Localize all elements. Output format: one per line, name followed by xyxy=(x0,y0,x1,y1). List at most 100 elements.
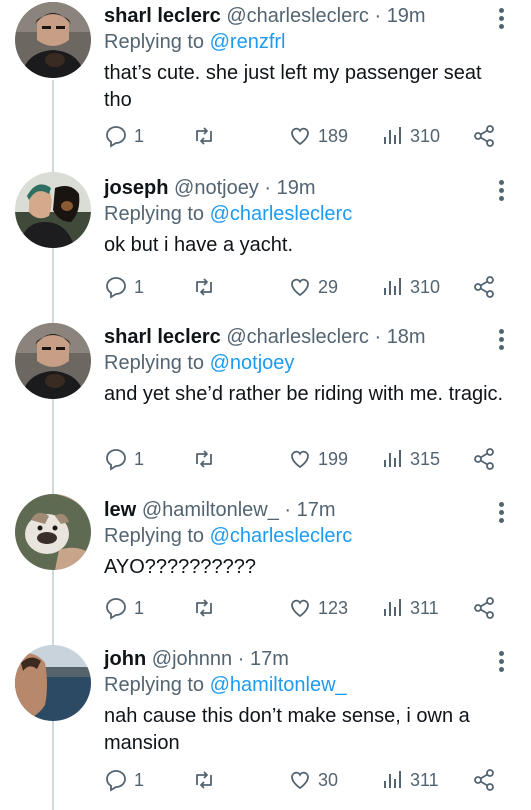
avatar[interactable] xyxy=(15,172,91,248)
tweet[interactable]: sharl leclerc @charlesleclerc · 18m Repl… xyxy=(0,321,531,483)
avatar[interactable] xyxy=(15,323,91,399)
tweet[interactable]: sharl leclerc @charlesleclerc · 19m Repl… xyxy=(0,0,531,160)
heart-icon xyxy=(291,771,309,790)
reply-icon xyxy=(106,126,126,148)
like-button[interactable]: 30 xyxy=(288,766,338,794)
user-handle[interactable]: @johnnn xyxy=(152,648,232,670)
retweet-icon xyxy=(196,599,212,617)
retweet-icon xyxy=(196,127,212,145)
replying-to-label: Replying to xyxy=(104,31,205,53)
heart-icon xyxy=(291,450,309,469)
more-options-icon[interactable] xyxy=(499,180,505,204)
like-count: 199 xyxy=(318,448,349,469)
more-options-icon[interactable] xyxy=(499,502,505,526)
share-icon xyxy=(474,276,494,298)
user-handle[interactable]: @charlesleclerc xyxy=(226,326,369,348)
reply-mention-link[interactable]: @notjoey xyxy=(210,352,295,374)
replying-to-label: Replying to xyxy=(104,203,205,225)
retweet-icon xyxy=(196,278,212,296)
reply-button[interactable]: 1 xyxy=(104,445,144,473)
views-button[interactable]: 310 xyxy=(380,273,440,301)
separator-dot: · xyxy=(374,5,382,27)
timestamp[interactable]: 18m xyxy=(387,326,426,348)
tweet-text: nah cause this don’t make sense, i own a… xyxy=(104,705,470,754)
like-button[interactable]: 123 xyxy=(288,594,348,622)
user-handle[interactable]: @hamiltonlew_ xyxy=(142,499,279,521)
reply-mention-link[interactable]: @renzfrl xyxy=(210,31,286,53)
share-button[interactable] xyxy=(472,273,496,301)
share-icon xyxy=(474,597,494,619)
timestamp[interactable]: 19m xyxy=(277,177,316,199)
views-chart-icon xyxy=(384,127,401,144)
display-name[interactable]: sharl leclerc xyxy=(104,5,221,27)
reply-button[interactable]: 1 xyxy=(104,122,144,150)
tweet-text: that’s cute. she just left my passenger … xyxy=(104,62,482,111)
tweet[interactable]: joseph @notjoey · 19m Replying to @charl… xyxy=(0,172,531,312)
more-options-icon[interactable] xyxy=(499,329,505,353)
reply-mention-link[interactable]: @charlesleclerc xyxy=(210,525,353,547)
share-icon xyxy=(474,769,494,791)
timestamp[interactable]: 17m xyxy=(297,499,336,521)
reply-count: 1 xyxy=(134,769,145,790)
like-count: 123 xyxy=(318,597,349,618)
more-options-icon[interactable] xyxy=(499,651,505,675)
views-count: 315 xyxy=(410,448,441,469)
bulldog-avatar-icon xyxy=(15,494,91,570)
reply-count: 1 xyxy=(134,448,145,469)
reply-count: 1 xyxy=(134,597,145,618)
retweet-button[interactable] xyxy=(192,273,216,301)
display-name[interactable]: joseph xyxy=(104,177,168,199)
more-options-icon[interactable] xyxy=(499,8,505,32)
reply-mention-link[interactable]: @hamiltonlew_ xyxy=(210,674,347,696)
user-handle[interactable]: @charlesleclerc xyxy=(226,5,369,27)
replying-to: Replying to @renzfrl xyxy=(104,29,286,55)
share-button[interactable] xyxy=(472,445,496,473)
views-chart-icon xyxy=(384,771,401,788)
share-icon xyxy=(474,125,494,147)
display-name[interactable]: john xyxy=(104,648,146,670)
display-name[interactable]: sharl leclerc xyxy=(104,326,221,348)
replying-to: Replying to @charlesleclerc xyxy=(104,523,352,549)
retweet-button[interactable] xyxy=(192,445,216,473)
replying-to: Replying to @hamiltonlew_ xyxy=(104,672,347,698)
like-count: 29 xyxy=(318,276,339,297)
retweet-button[interactable] xyxy=(192,122,216,150)
share-button[interactable] xyxy=(472,594,496,622)
user-handle[interactable]: @notjoey xyxy=(174,177,259,199)
like-button[interactable]: 29 xyxy=(288,273,338,301)
avatar[interactable] xyxy=(15,494,91,570)
views-button[interactable]: 311 xyxy=(380,766,439,794)
heart-icon xyxy=(291,127,309,146)
views-count: 310 xyxy=(410,125,441,146)
like-button[interactable]: 189 xyxy=(288,122,348,150)
views-button[interactable]: 310 xyxy=(380,122,440,150)
avatar[interactable] xyxy=(15,645,91,721)
views-button[interactable]: 311 xyxy=(380,594,439,622)
views-button[interactable]: 315 xyxy=(380,445,440,473)
display-name[interactable]: lew xyxy=(104,499,136,521)
action-bar: 1 189 310 xyxy=(104,122,504,150)
replying-to-label: Replying to xyxy=(104,674,205,696)
retweet-button[interactable] xyxy=(192,594,216,622)
timestamp[interactable]: 19m xyxy=(387,5,426,27)
reply-button[interactable]: 1 xyxy=(104,766,144,794)
timestamp[interactable]: 17m xyxy=(250,648,289,670)
share-button[interactable] xyxy=(472,766,496,794)
avatar[interactable] xyxy=(15,2,91,78)
tweet-header: joseph @notjoey · 19m xyxy=(104,175,316,201)
tweet[interactable]: john @johnnn · 17m Replying to @hamilton… xyxy=(0,643,531,810)
action-bar: 1 123 311 xyxy=(104,594,504,622)
reply-button[interactable]: 1 xyxy=(104,273,144,301)
tweet[interactable]: lew @hamiltonlew_ · 17m Replying to @cha… xyxy=(0,494,531,634)
reply-count: 1 xyxy=(134,125,145,146)
retweet-button[interactable] xyxy=(192,766,216,794)
share-button[interactable] xyxy=(472,122,496,150)
separator-dot: · xyxy=(374,326,382,348)
reply-mention-link[interactable]: @charlesleclerc xyxy=(210,203,353,225)
tweet-header: sharl leclerc @charlesleclerc · 18m xyxy=(104,324,426,350)
reply-button[interactable]: 1 xyxy=(104,594,144,622)
action-bar: 1 29 310 xyxy=(104,273,504,301)
like-button[interactable]: 199 xyxy=(288,445,348,473)
replying-to: Replying to @notjoey xyxy=(104,350,294,376)
tweet-header: sharl leclerc @charlesleclerc · 19m xyxy=(104,3,426,29)
